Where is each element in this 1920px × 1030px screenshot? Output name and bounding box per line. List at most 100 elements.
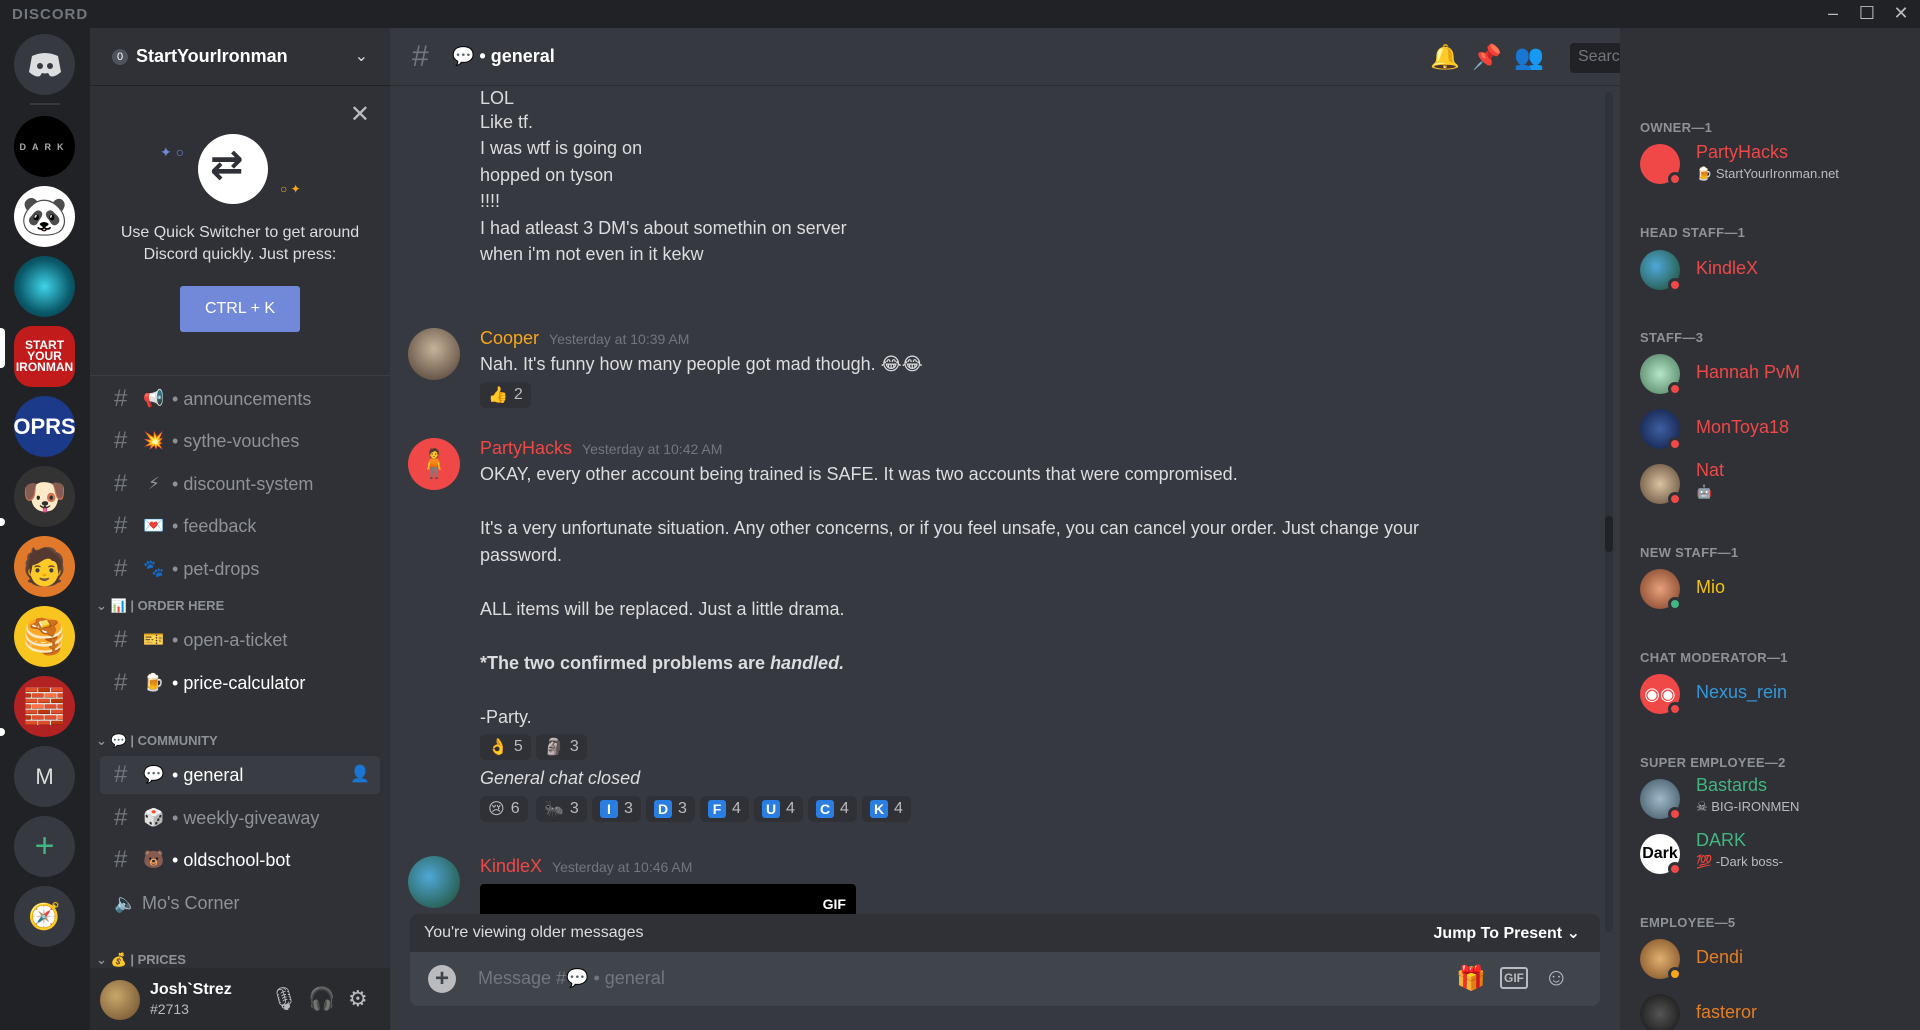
add-server-icon[interactable]: + (14, 816, 75, 877)
channel-announcements[interactable]: # 📢 • announcements (100, 380, 380, 418)
server-anime[interactable]: 🧑 (14, 536, 75, 597)
category-prices[interactable]: ⌄ 💰 | PRICES (96, 952, 186, 968)
channel-general[interactable]: # 💬 • general 👤 (100, 756, 380, 794)
member-item[interactable]: Hannah PvM (1640, 350, 1910, 398)
reaction-pill[interactable]: F4 (700, 796, 749, 822)
username: Josh`Strez (150, 981, 232, 998)
reaction-pill[interactable]: C4 (808, 796, 857, 822)
channel-feedback[interactable]: # 💌 • feedback (100, 507, 380, 545)
message-composer[interactable]: + Message #💬 • general 🎁 GIF ☺ (410, 952, 1600, 1006)
maximize-icon[interactable]: ☐ (1852, 0, 1882, 28)
member-item[interactable]: MonToya18 (1640, 405, 1910, 453)
reaction-pill[interactable]: I3 (592, 796, 641, 822)
channel-emoji: 🐾 (143, 559, 165, 578)
server-oprs[interactable]: OPRS (14, 396, 75, 457)
avatar[interactable] (408, 328, 460, 380)
avatar[interactable]: 🧍 (408, 438, 460, 490)
explore-servers-icon[interactable]: 🧭 (14, 886, 75, 947)
server-swirl[interactable] (14, 256, 75, 317)
member-name: fasteror (1696, 1002, 1758, 1022)
settings-gear-icon[interactable]: ⚙ (348, 986, 368, 1012)
hash-icon: # (114, 669, 128, 696)
home-button[interactable] (14, 34, 75, 95)
member-item[interactable]: fasteror (1640, 990, 1910, 1030)
close-window-icon[interactable]: ✕ (1886, 0, 1916, 28)
channel-sythe-vouches[interactable]: # 💥 • sythe-vouches (100, 422, 380, 460)
message-author[interactable]: PartyHacks Yesterday at 10:42 AM (480, 438, 722, 459)
channel-weekly-giveaway[interactable]: # 🎲 • weekly-giveaway (100, 799, 380, 837)
server-pancakes[interactable]: 🥞 (14, 606, 75, 667)
category-community[interactable]: ⌄ 💬 | COMMUNITY (96, 733, 218, 749)
reaction-emoji: 👍 (488, 387, 508, 404)
pinned-messages-icon[interactable]: 📌 (1472, 43, 1502, 72)
headphones-icon[interactable]: 🎧 (308, 986, 335, 1012)
member-item[interactable]: Dark DARK 💯 -Dark boss- (1640, 830, 1910, 878)
microphone-icon[interactable]: 🎙 (270, 986, 298, 1012)
channel-name-text: pet-drops (183, 558, 260, 579)
server-red-logo[interactable]: 🧱 (14, 676, 75, 737)
reaction-pill[interactable]: K4 (862, 796, 911, 822)
channel-price-calculator[interactable]: # 🍺 • price-calculator (100, 664, 380, 702)
message-text: *The two confirmed problems are handled. (480, 653, 844, 674)
channel-name-text: oldschool-bot (183, 849, 291, 870)
reaction-pill[interactable]: 😢 6 (480, 796, 528, 822)
channel-name-text: Mo's Corner (142, 892, 240, 913)
message-author[interactable]: KindleX Yesterday at 10:46 AM (480, 856, 692, 877)
member-item[interactable]: KindleX (1640, 246, 1910, 294)
channel-emoji: 💌 (143, 516, 165, 535)
server-dark[interactable]: DARK (14, 116, 75, 177)
category-order-here[interactable]: ⌄ 📊 | ORDER HERE (96, 598, 224, 614)
gif-picker-icon[interactable]: GIF (1500, 967, 1528, 989)
reaction-pill[interactable]: 👍 2 (480, 382, 531, 408)
channel-discount-system[interactable]: # ⚡ • discount-system (100, 465, 380, 503)
channel-name-text: general (183, 764, 244, 785)
quick-switcher-shortcut[interactable]: CTRL + K (180, 286, 300, 332)
server-panda[interactable]: 🐼 (14, 186, 75, 247)
chevron-down-icon[interactable]: ⌄ (355, 46, 368, 66)
minimize-icon[interactable]: – (1818, 0, 1848, 28)
close-icon[interactable]: ✕ (350, 100, 370, 129)
member-list-icon[interactable]: 👥 (1514, 43, 1544, 72)
message-list: LOL Like tf. I was wtf is going on hoppe… (390, 86, 1605, 942)
reaction-emoji: 👌 (488, 739, 508, 756)
guild-header[interactable]: 0 StartYourIronman ⌄ (90, 28, 390, 86)
message-author[interactable]: Cooper Yesterday at 10:39 AM (480, 328, 689, 349)
member-name: Nexus_rein (1696, 682, 1788, 702)
jump-label: Jump To Present (1433, 925, 1563, 942)
reaction-pill[interactable]: 👌 5 (480, 734, 531, 760)
message-input[interactable]: Message #💬 • general (478, 968, 665, 989)
member-name: Bastards (1696, 775, 1768, 795)
channel-open-a-ticket[interactable]: # 🎫 • open-a-ticket (100, 621, 380, 659)
channel-emoji: 📢 (143, 389, 165, 408)
server-m[interactable]: M (14, 746, 75, 807)
user-avatar[interactable] (100, 980, 140, 1020)
scrollbar[interactable] (1605, 92, 1613, 932)
reaction-pill[interactable]: U4 (754, 796, 803, 822)
scrollbar-thumb[interactable] (1605, 516, 1613, 552)
channel-oldschool-bot[interactable]: # 🐻 • oldschool-bot (100, 841, 380, 879)
server-dog[interactable]: 🐶 (14, 466, 75, 527)
invite-user-icon[interactable]: 👤 (350, 764, 370, 784)
avatar[interactable] (408, 856, 460, 908)
reaction-pill[interactable]: 🐜 3 (536, 796, 587, 822)
swap-arrows-icon: ⇄ (198, 134, 268, 204)
notification-bell-icon[interactable]: 🔔 (1430, 43, 1460, 72)
message-text: Nah. It's funny how many people got mad … (480, 354, 923, 374)
reaction-count: 3 (624, 800, 633, 817)
server-startyourironman[interactable]: START YOUR IRONMAN (14, 326, 75, 387)
voice-channel-mos-corner[interactable]: 🔈 Mo's Corner (100, 884, 380, 922)
reaction-pill[interactable]: D3 (646, 796, 695, 822)
member-item[interactable]: PartyHacks 🍺 StartYourIronman.net (1640, 140, 1910, 188)
add-attachment-icon[interactable]: + (428, 965, 456, 993)
jump-to-present-button[interactable]: Jump To Present ⌄ (1434, 923, 1580, 943)
member-item[interactable]: Dendi (1640, 935, 1910, 983)
reaction-pill[interactable]: 🗿 3 (536, 734, 587, 760)
member-item[interactable]: ◉◉ Nexus_rein (1640, 670, 1910, 718)
member-item[interactable]: Bastards ☠ BIG-IRONMEN (1640, 775, 1910, 823)
member-item[interactable]: Mio (1640, 565, 1910, 613)
emoji-picker-icon[interactable]: ☺ (1544, 964, 1569, 992)
channel-pet-drops[interactable]: # 🐾 • pet-drops (100, 550, 380, 588)
member-name: Nat (1696, 460, 1725, 480)
member-item[interactable]: Nat 🤖 (1640, 460, 1910, 508)
gift-icon[interactable]: 🎁 (1456, 964, 1486, 993)
